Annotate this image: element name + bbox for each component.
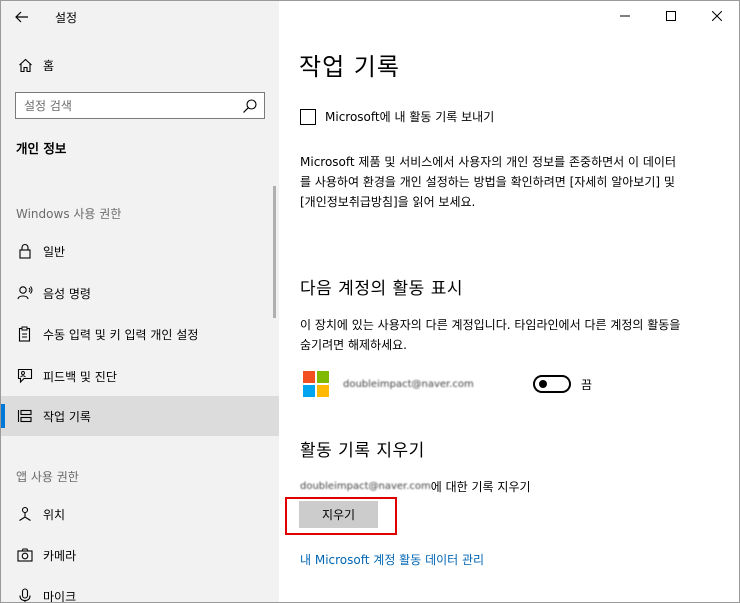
camera-icon bbox=[16, 546, 34, 564]
sidebar-scrollbar[interactable] bbox=[273, 186, 276, 318]
settings-window: 설정 홈 개인 정보 Windows 사용 권한 일반 bbox=[0, 0, 740, 603]
window-controls bbox=[602, 1, 739, 31]
sidebar-item-feedback[interactable]: 피드백 및 진단 bbox=[1, 356, 279, 396]
close-button[interactable] bbox=[694, 1, 739, 31]
sidebar-item-location[interactable]: 위치 bbox=[1, 494, 279, 534]
sidebar-item-label: 음성 명령 bbox=[43, 286, 91, 301]
lock-icon bbox=[16, 242, 34, 260]
clear-email: doubleimpact@naver.com bbox=[300, 481, 431, 492]
feedback-icon bbox=[16, 367, 34, 385]
sidebar: 설정 홈 개인 정보 Windows 사용 권한 일반 bbox=[1, 1, 279, 603]
minimize-icon bbox=[620, 15, 630, 17]
search-input[interactable] bbox=[24, 98, 234, 113]
location-icon bbox=[16, 505, 34, 523]
back-button[interactable] bbox=[9, 5, 35, 29]
sidebar-item-label: 피드백 및 진단 bbox=[43, 369, 117, 384]
sidebar-item-label: 카메라 bbox=[43, 548, 77, 563]
sidebar-item-inking-typing[interactable]: 수동 입력 및 키 입력 개인 설정 bbox=[1, 314, 279, 354]
sidebar-item-camera[interactable]: 카메라 bbox=[1, 535, 279, 575]
sidebar-item-label: 작업 기록 bbox=[43, 409, 91, 424]
maximize-button[interactable] bbox=[648, 1, 694, 31]
search-icon[interactable] bbox=[242, 98, 258, 114]
account-row: doubleimpact@naver.com 끔 bbox=[303, 369, 723, 399]
sidebar-item-label: 홈 bbox=[43, 58, 55, 73]
sidebar-item-home[interactable]: 홈 bbox=[1, 45, 279, 85]
sidebar-item-microphone[interactable]: 마이크 bbox=[1, 576, 279, 603]
sidebar-item-label: 마이크 bbox=[43, 589, 77, 603]
account-email: doubleimpact@naver.com bbox=[343, 378, 474, 390]
close-icon bbox=[712, 11, 722, 21]
main-content: 작업 기록 Microsoft에 내 활동 기록 보내기 Microsoft 제… bbox=[279, 1, 739, 602]
minimize-button[interactable] bbox=[602, 1, 648, 31]
show-activity-description: 이 장치에 있는 사용자의 다른 계정입니다. 타임라인에서 다른 계정의 활동… bbox=[300, 318, 681, 352]
page-title: 작업 기록 bbox=[299, 53, 400, 81]
clear-history-description: doubleimpact@naver.com 에 대한 기록 지우기 bbox=[300, 478, 531, 495]
section-title: 개인 정보 bbox=[16, 141, 67, 156]
sidebar-item-label: 수동 입력 및 키 입력 개인 설정 bbox=[43, 327, 199, 342]
privacy-description: Microsoft 제품 및 서비스에서 사용자의 개인 정보를 존중하면서 이… bbox=[300, 155, 676, 209]
send-activity-checkbox[interactable] bbox=[300, 108, 316, 125]
sidebar-item-label: 일반 bbox=[43, 244, 66, 259]
clipboard-pen-icon bbox=[16, 325, 34, 343]
timeline-icon bbox=[16, 407, 34, 425]
microphone-icon bbox=[16, 587, 34, 602]
send-activity-checkbox-row[interactable]: Microsoft에 내 활동 기록 보내기 bbox=[300, 108, 494, 125]
group-label-windows: Windows 사용 권한 bbox=[16, 207, 122, 221]
group-label-app: 앱 사용 권한 bbox=[16, 470, 79, 484]
maximize-icon bbox=[666, 11, 676, 21]
account-activity-toggle[interactable] bbox=[533, 375, 571, 393]
clear-history-heading: 활동 기록 지우기 bbox=[300, 441, 425, 461]
sidebar-item-label: 위치 bbox=[43, 507, 66, 522]
back-arrow-icon bbox=[15, 11, 28, 23]
sidebar-item-speech[interactable]: 음성 명령 bbox=[1, 273, 279, 313]
sidebar-item-general[interactable]: 일반 bbox=[1, 231, 279, 271]
home-icon bbox=[16, 56, 34, 74]
checkbox-label: Microsoft에 내 활동 기록 보내기 bbox=[325, 110, 495, 124]
speech-icon bbox=[16, 284, 34, 302]
clear-suffix: 에 대한 기록 지우기 bbox=[430, 480, 531, 494]
search-input-box[interactable] bbox=[15, 92, 265, 119]
microsoft-logo-icon bbox=[303, 371, 329, 397]
titlebar-left: 설정 bbox=[1, 1, 279, 33]
sidebar-item-activity-history[interactable]: 작업 기록 bbox=[1, 396, 279, 436]
clear-history-button[interactable]: 지우기 bbox=[299, 501, 378, 528]
app-title: 설정 bbox=[55, 11, 78, 25]
show-activity-heading: 다음 계정의 활동 표시 bbox=[300, 279, 463, 299]
toggle-state-label: 끔 bbox=[581, 377, 593, 392]
manage-activity-data-link[interactable]: 내 Microsoft 계정 활동 데이터 관리 bbox=[300, 551, 484, 568]
toggle-knob bbox=[539, 380, 547, 388]
